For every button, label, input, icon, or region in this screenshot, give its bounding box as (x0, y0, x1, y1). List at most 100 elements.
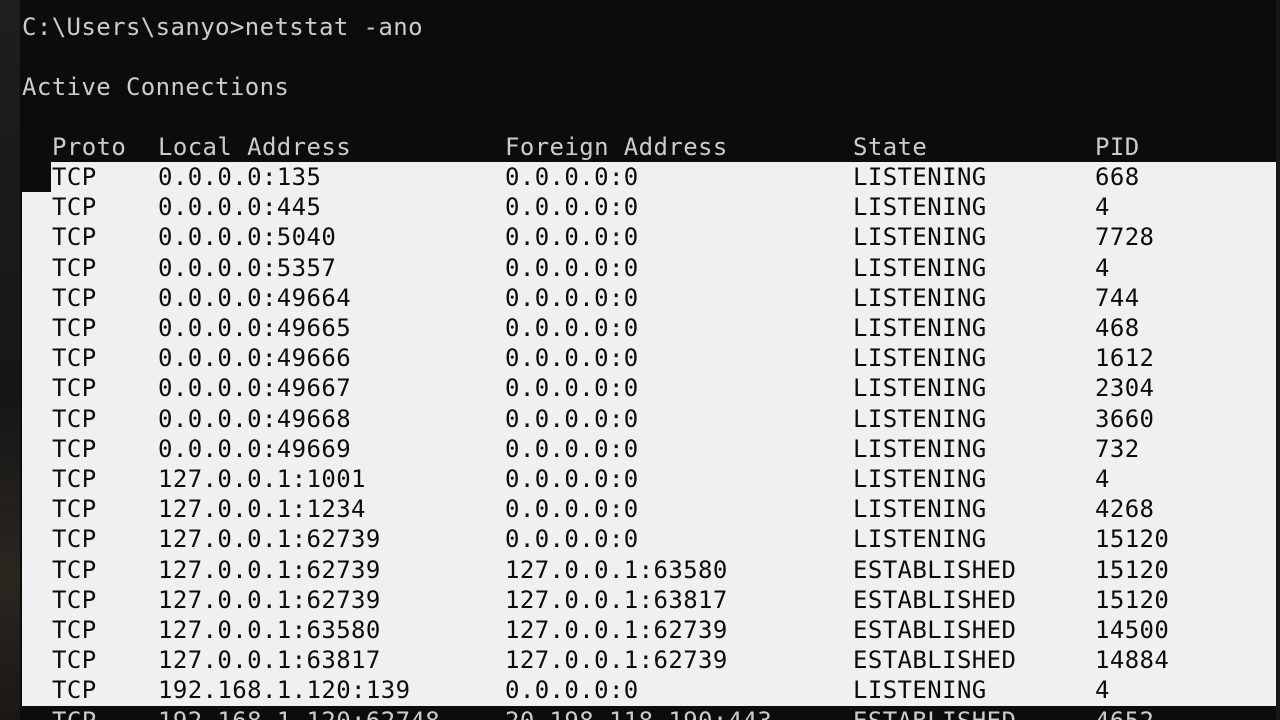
row-pid: 668 (1095, 163, 1140, 191)
row-pid: 3660 (1095, 405, 1155, 433)
row-pid: 14884 (1095, 646, 1170, 674)
active-connections-heading: Active Connections (22, 73, 290, 101)
row-local-address: 0.0.0.0:5357 (158, 254, 337, 282)
row-local-address: 0.0.0.0:445 (158, 193, 322, 221)
row-foreign-address: 0.0.0.0:0 (505, 163, 639, 191)
row-pid: 14500 (1095, 616, 1170, 644)
column-header-state: State (853, 133, 928, 161)
row-pid: 15120 (1095, 525, 1170, 553)
row-local-address: 127.0.0.1:63817 (158, 646, 381, 674)
row-state: LISTENING (853, 676, 987, 704)
row-state: LISTENING (853, 163, 987, 191)
row-pid: 4268 (1095, 495, 1155, 523)
row-local-address: 0.0.0.0:49665 (158, 314, 352, 342)
row-local-address: 127.0.0.1:1001 (158, 465, 366, 493)
row-pid: 15120 (1095, 586, 1170, 614)
table-row[interactable]: TCP 0.0.0.0:135 0.0.0.0:0 LISTENING 668 (0, 162, 1280, 192)
table-row[interactable]: TCP 0.0.0.0:445 0.0.0.0:0 LISTENING 4 (0, 192, 1280, 222)
row-local-address: 127.0.0.1:62739 (158, 586, 381, 614)
row-state: LISTENING (853, 435, 987, 463)
row-foreign-address: 0.0.0.0:0 (505, 344, 639, 372)
row-pid: 2304 (1095, 374, 1155, 402)
table-row[interactable]: TCP 127.0.0.1:63580 127.0.0.1:62739 ESTABLI… (0, 615, 1280, 645)
row-local-address: 0.0.0.0:5040 (158, 223, 337, 251)
row-foreign-address: 0.0.0.0:0 (505, 374, 639, 402)
row-local-address: 0.0.0.0:49667 (158, 374, 352, 402)
row-local-address: 192.168.1.120:139 (158, 676, 411, 704)
table-row[interactable]: TCP 0.0.0.0:49667 0.0.0.0:0 LISTENING 2304 (0, 373, 1280, 403)
row-foreign-address: 0.0.0.0:0 (505, 314, 639, 342)
row-pid: 468 (1095, 314, 1140, 342)
row-proto: TCP (52, 465, 97, 493)
row-foreign-address: 0.0.0.0:0 (505, 405, 639, 433)
row-local-address: 127.0.0.1:62739 (158, 525, 381, 553)
table-row[interactable]: TCP 127.0.0.1:1001 0.0.0.0:0 LISTENING 4 (0, 464, 1280, 494)
row-pid: 1612 (1095, 344, 1155, 372)
row-proto: TCP (52, 374, 97, 402)
row-state: LISTENING (853, 525, 987, 553)
row-state: LISTENING (853, 223, 987, 251)
column-header-proto: Proto (52, 133, 127, 161)
row-state: ESTABLISHED (853, 616, 1017, 644)
table-row[interactable]: TCP 0.0.0.0:49665 0.0.0.0:0 LISTENING 468 (0, 313, 1280, 343)
row-state: ESTABLISHED (853, 706, 1016, 720)
row-foreign-address: 0.0.0.0:0 (505, 525, 639, 553)
row-pid: 4 (1095, 254, 1110, 282)
row-local-address: 127.0.0.1:1234 (158, 495, 366, 523)
row-pid: 732 (1095, 435, 1140, 463)
row-foreign-address: 127.0.0.1:62739 (505, 646, 728, 674)
table-row[interactable]: TCP 127.0.0.1:62739 0.0.0.0:0 LISTENING 1512… (0, 524, 1280, 554)
row-local-address: 192.168.1.120:62748 (158, 706, 440, 720)
table-row[interactable]: TCP 127.0.0.1:1234 0.0.0.0:0 LISTENING 4268 (0, 494, 1280, 524)
row-foreign-address: 0.0.0.0:0 (505, 495, 639, 523)
row-proto: TCP (52, 163, 97, 191)
row-state: ESTABLISHED (853, 586, 1017, 614)
row-pid: 4 (1095, 193, 1110, 221)
table-row[interactable]: TCP 0.0.0.0:49666 0.0.0.0:0 LISTENING 1612 (0, 343, 1280, 373)
table-row[interactable]: TCP 0.0.0.0:49664 0.0.0.0:0 LISTENING 744 (0, 283, 1280, 313)
row-proto: TCP (52, 616, 97, 644)
table-row[interactable]: TCP 127.0.0.1:63817 127.0.0.1:62739 ESTABLI… (0, 645, 1280, 675)
terminal-window[interactable]: C:\Users\sanyo>netstat -ano Active Conne… (0, 0, 1280, 720)
table-row[interactable]: TCP 127.0.0.1:62739 127.0.0.1:63580 ESTABLI… (0, 555, 1280, 585)
row-local-address: 0.0.0.0:49666 (158, 344, 352, 372)
row-local-address: 0.0.0.0:49664 (158, 284, 352, 312)
row-pid: 7728 (1095, 223, 1155, 251)
table-row[interactable]: TCP 0.0.0.0:5040 0.0.0.0:0 LISTENING 7728 (0, 222, 1280, 252)
row-proto: TCP (52, 193, 97, 221)
row-local-address: 0.0.0.0:49669 (158, 435, 352, 463)
table-row[interactable]: TCP 0.0.0.0:5357 0.0.0.0:0 LISTENING 4 (0, 253, 1280, 283)
row-foreign-address: 0.0.0.0:0 (505, 676, 639, 704)
table-row[interactable]: TCP 0.0.0.0:49668 0.0.0.0:0 LISTENING 3660 (0, 404, 1280, 434)
prompt-path: C:\Users\sanyo> (22, 13, 245, 41)
row-proto: TCP (52, 646, 97, 674)
row-state: ESTABLISHED (853, 556, 1017, 584)
row-proto: TCP (52, 556, 97, 584)
row-proto: TCP (52, 676, 97, 704)
row-proto: TCP (52, 254, 97, 282)
row-local-address: 127.0.0.1:62739 (158, 556, 381, 584)
row-proto: TCP (52, 344, 97, 372)
table-row[interactable]: TCP 192.168.1.120:139 0.0.0.0:0 LISTENING 4 (0, 675, 1280, 705)
row-local-address: 0.0.0.0:49668 (158, 405, 352, 433)
row-foreign-address: 0.0.0.0:0 (505, 254, 639, 282)
column-header-pid: PID (1095, 133, 1140, 161)
row-pid: 4652 (1095, 706, 1154, 720)
row-proto: TCP (52, 525, 97, 553)
row-foreign-address: 127.0.0.1:63580 (505, 556, 728, 584)
row-state: LISTENING (853, 465, 987, 493)
row-pid: 15120 (1095, 556, 1170, 584)
table-row[interactable]: TCP 0.0.0.0:49669 0.0.0.0:0 LISTENING 732 (0, 434, 1280, 464)
table-row[interactable]: TCP 192.168.1.120:62748 20.198.118.190:443… (0, 706, 1280, 720)
table-row[interactable]: TCP 127.0.0.1:62739 127.0.0.1:63817 ESTABLI… (0, 585, 1280, 615)
row-state: LISTENING (853, 193, 987, 221)
row-proto: TCP (52, 223, 97, 251)
row-state: LISTENING (853, 405, 987, 433)
column-header-local-address: Local Address (158, 133, 352, 161)
row-foreign-address: 0.0.0.0:0 (505, 193, 639, 221)
row-pid: 744 (1095, 284, 1140, 312)
row-proto: TCP (52, 435, 97, 463)
row-state: LISTENING (853, 495, 987, 523)
row-proto: TCP (52, 284, 97, 312)
command-prompt-line: C:\Users\sanyo>netstat -ano (22, 12, 423, 42)
